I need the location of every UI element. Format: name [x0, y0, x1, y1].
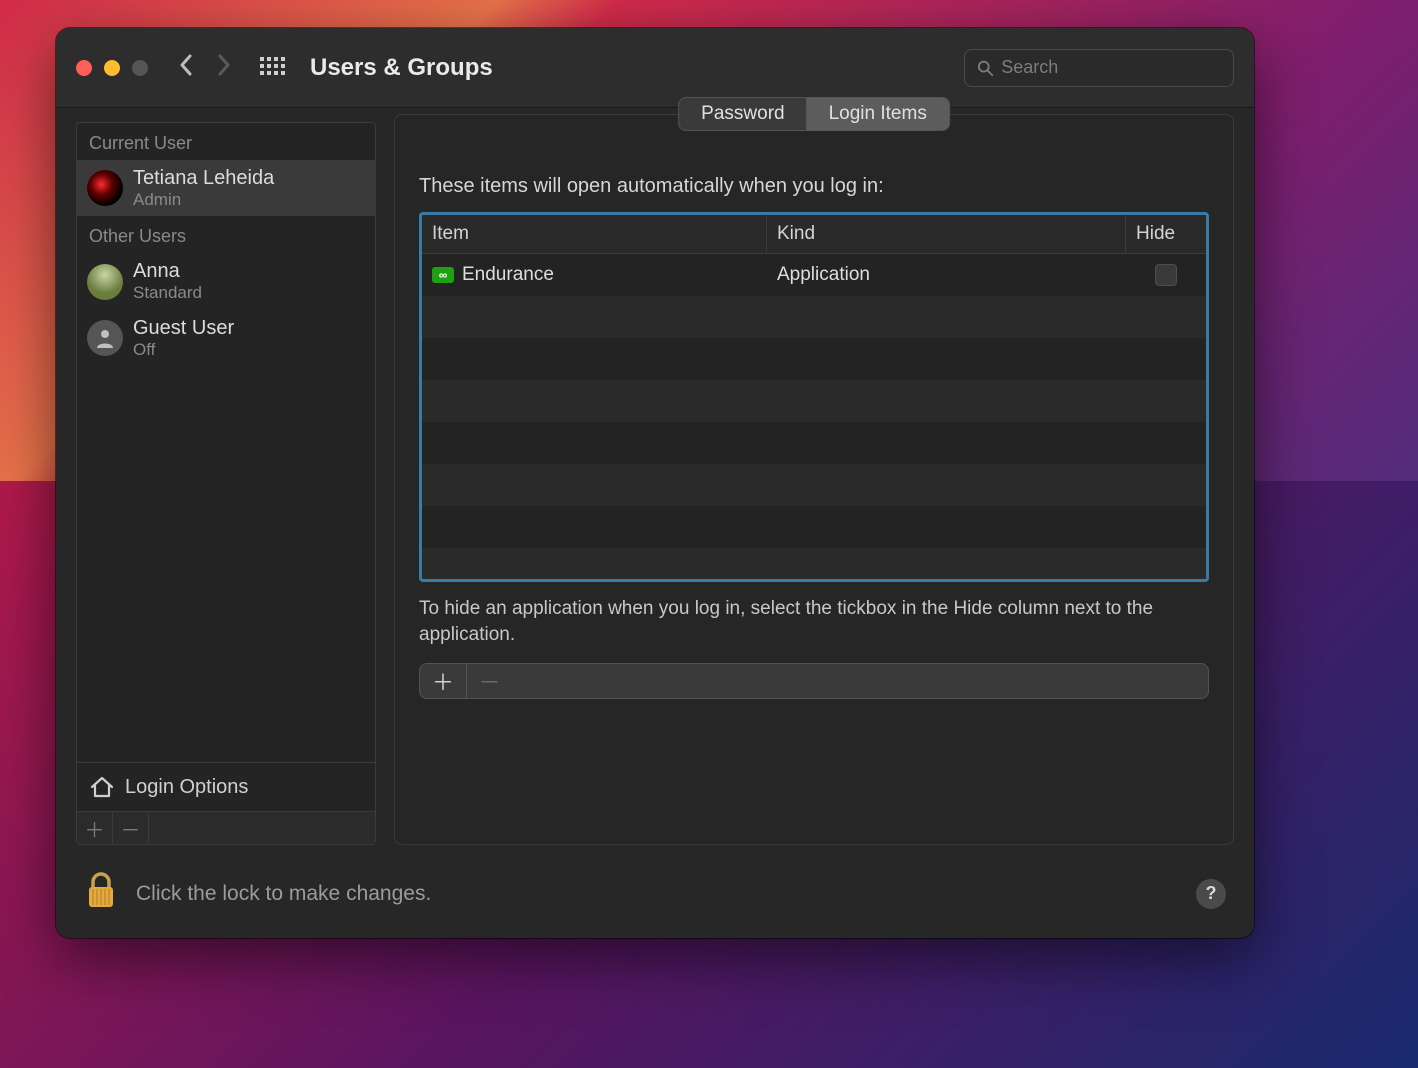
endurance-app-icon: ∞ — [432, 267, 454, 283]
preferences-window: Users & Groups Current User Tetiana Lehe… — [56, 28, 1254, 938]
window-title: Users & Groups — [310, 54, 493, 82]
lock-icon[interactable] — [84, 871, 118, 916]
table-row — [422, 338, 1206, 380]
section-current-user: Current User — [77, 123, 375, 160]
tab-bar: Password Login Items — [678, 97, 950, 131]
user-name: Tetiana Leheida — [133, 166, 274, 190]
close-button[interactable] — [76, 60, 92, 76]
main-panel: Password Login Items These items will op… — [394, 114, 1234, 845]
table-row — [422, 548, 1206, 579]
nav-buttons — [178, 52, 232, 83]
col-hide[interactable]: Hide — [1126, 215, 1206, 253]
user-name: Anna — [133, 259, 202, 283]
sidebar-user-current[interactable]: Tetiana Leheida Admin — [77, 160, 375, 216]
home-icon — [89, 775, 115, 799]
window-body: Current User Tetiana Leheida Admin Other… — [56, 108, 1254, 855]
tab-login-items[interactable]: Login Items — [807, 98, 949, 130]
chevron-right-icon — [216, 54, 232, 76]
item-name: Endurance — [462, 264, 554, 286]
search-icon — [977, 59, 993, 77]
help-button[interactable]: ? — [1196, 879, 1226, 909]
table-row — [422, 422, 1206, 464]
hide-checkbox[interactable] — [1155, 264, 1177, 286]
minimize-button[interactable] — [104, 60, 120, 76]
users-sidebar: Current User Tetiana Leheida Admin Other… — [76, 122, 376, 845]
show-all-icon[interactable] — [260, 55, 286, 81]
user-name: Guest User — [133, 316, 234, 340]
search-field[interactable] — [964, 49, 1234, 87]
zoom-button — [132, 60, 148, 76]
avatar — [87, 264, 123, 300]
remove-user-button[interactable]: － — [113, 812, 149, 844]
sidebar-user-guest[interactable]: Guest User Off — [77, 310, 375, 366]
add-login-item-button[interactable]: ＋ — [420, 664, 466, 698]
table-body: ∞ Endurance Application — [422, 254, 1206, 579]
table-header: Item Kind Hide — [422, 215, 1206, 254]
user-role: Admin — [133, 190, 274, 210]
item-kind: Application — [767, 264, 1126, 286]
col-kind[interactable]: Kind — [767, 215, 1126, 253]
search-input[interactable] — [1001, 57, 1221, 78]
avatar — [87, 170, 123, 206]
login-items-table[interactable]: Item Kind Hide ∞ Endurance Application — [419, 212, 1209, 582]
login-options-label: Login Options — [125, 776, 248, 799]
user-role: Off — [133, 340, 234, 360]
back-button[interactable] — [178, 52, 194, 83]
user-role: Standard — [133, 283, 202, 303]
window-footer: Click the lock to make changes. ? — [56, 855, 1254, 938]
tab-password[interactable]: Password — [679, 98, 806, 130]
forward-button — [216, 52, 232, 83]
lock-text: Click the lock to make changes. — [136, 882, 431, 906]
person-icon — [94, 327, 116, 349]
titlebar: Users & Groups — [56, 28, 1254, 108]
grid-icon — [260, 57, 286, 75]
sidebar-footer: ＋ － — [77, 811, 375, 844]
chevron-left-icon — [178, 54, 194, 76]
login-items-buttons: ＋ － — [419, 663, 1209, 699]
avatar-guest-icon — [87, 320, 123, 356]
table-row — [422, 464, 1206, 506]
table-row — [422, 506, 1206, 548]
traffic-lights — [76, 60, 148, 76]
remove-login-item-button[interactable]: － — [466, 664, 512, 698]
col-item[interactable]: Item — [422, 215, 767, 253]
login-items-hint: To hide an application when you log in, … — [419, 596, 1209, 647]
table-row[interactable]: ∞ Endurance Application — [422, 254, 1206, 296]
add-user-button[interactable]: ＋ — [77, 812, 113, 844]
login-items-lead: These items will open automatically when… — [419, 175, 1209, 198]
login-options-button[interactable]: Login Options — [77, 762, 375, 811]
sidebar-user-other[interactable]: Anna Standard — [77, 253, 375, 309]
section-other-users: Other Users — [77, 216, 375, 253]
table-row — [422, 380, 1206, 422]
table-row — [422, 296, 1206, 338]
